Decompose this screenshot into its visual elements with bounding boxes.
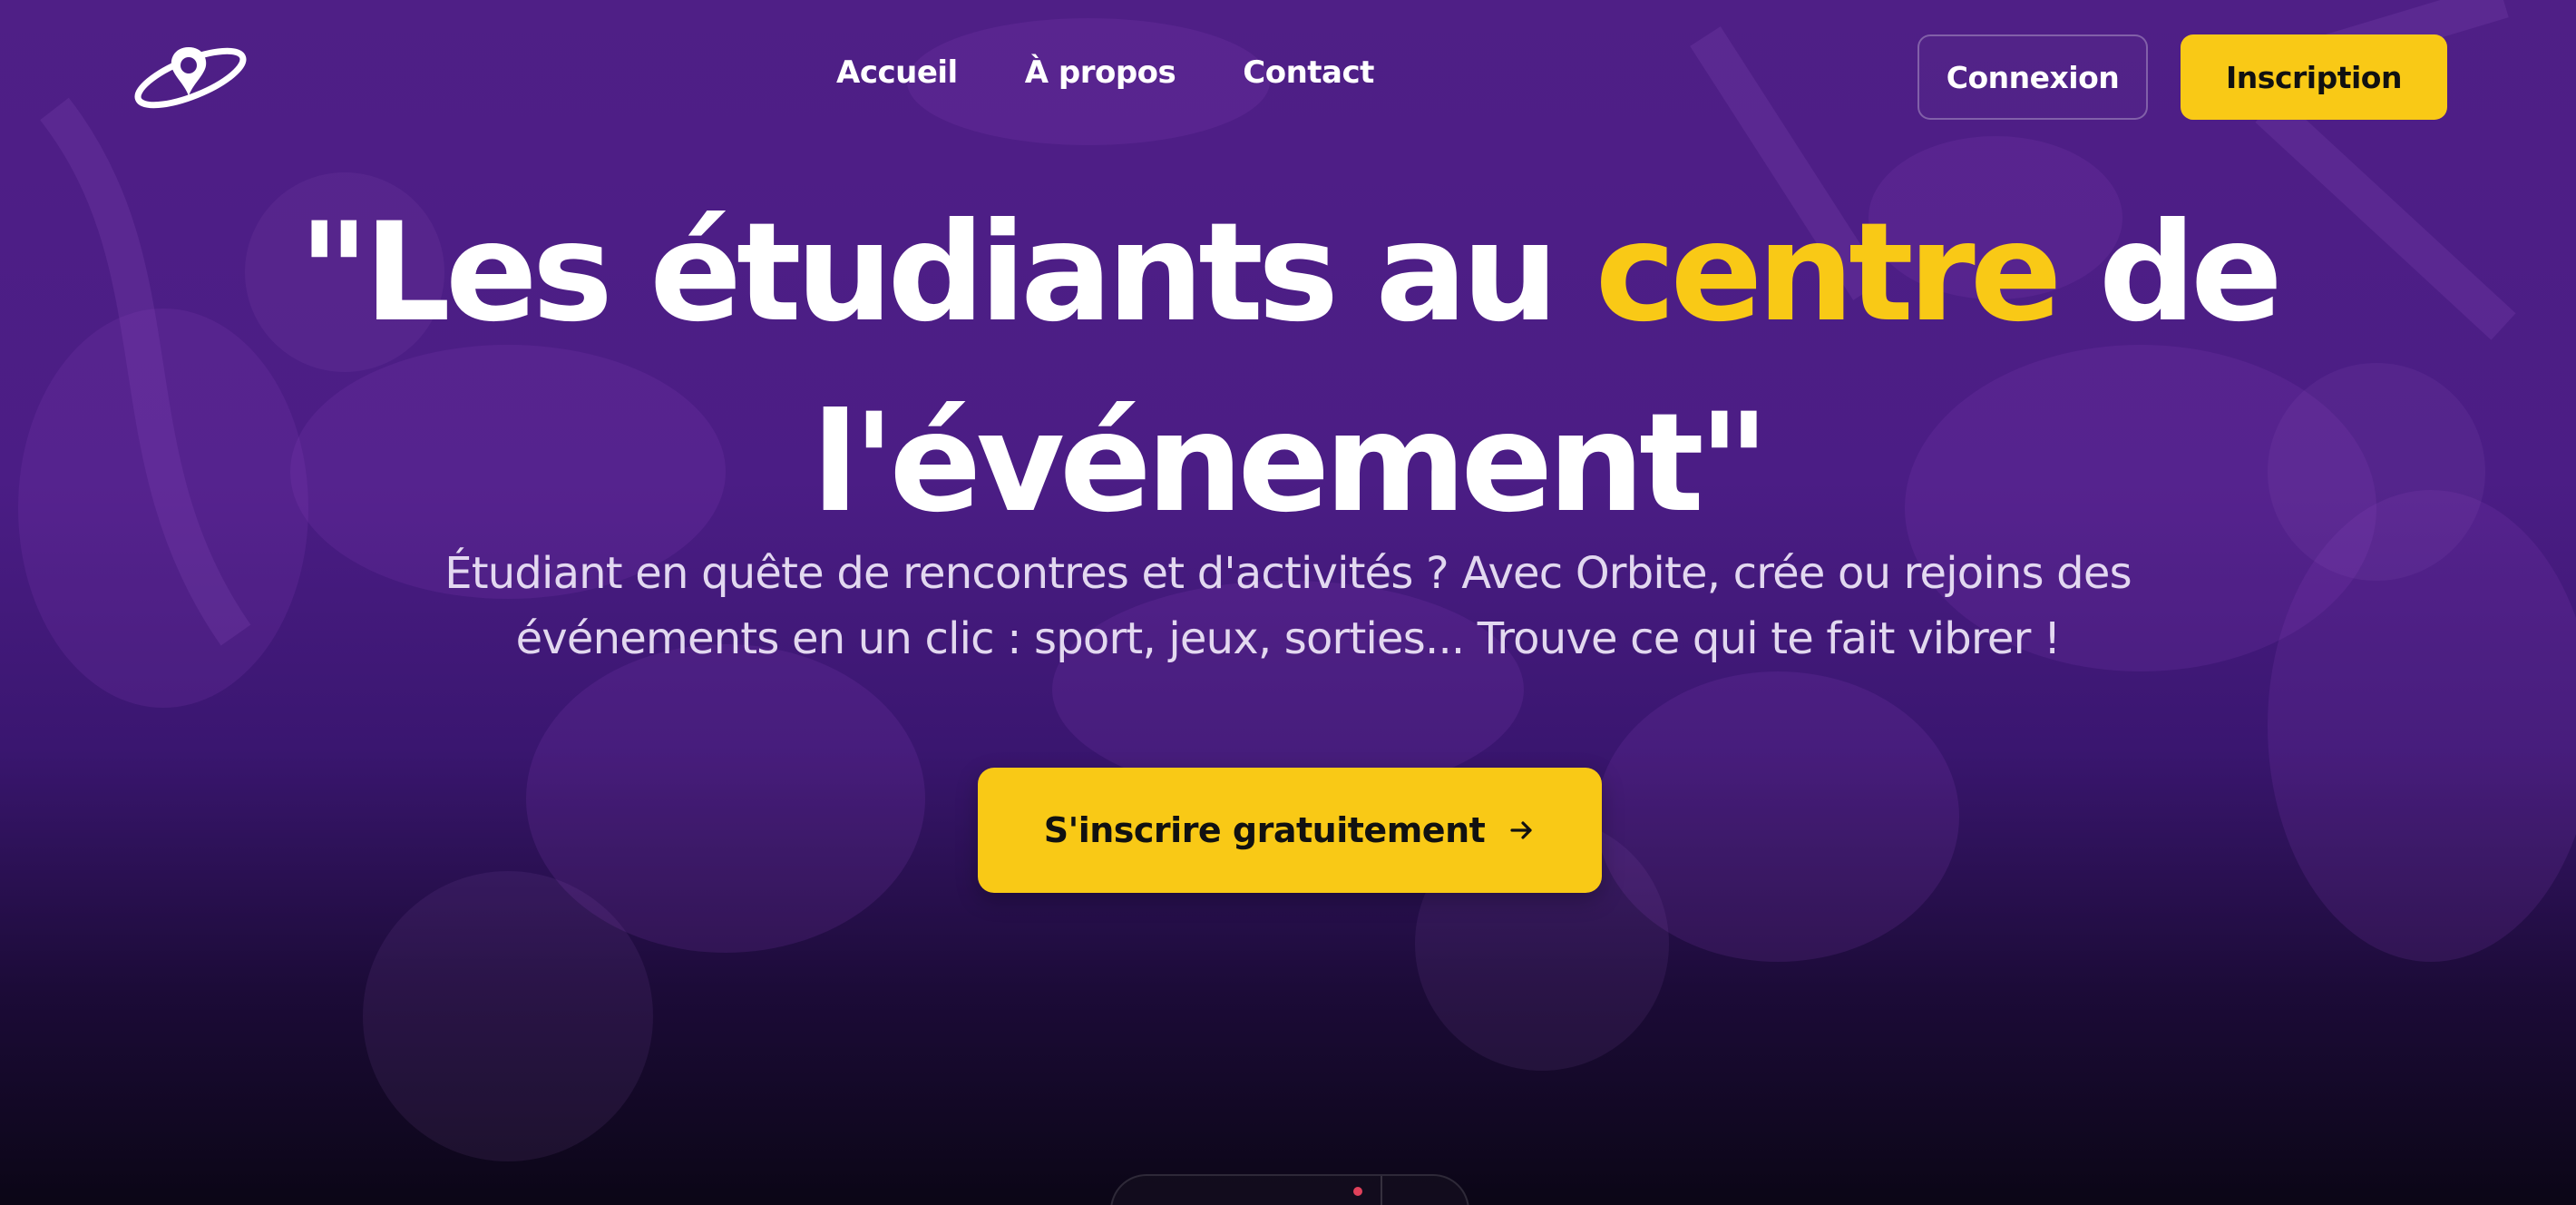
arrow-right-icon (1510, 821, 1532, 839)
cta-label: S'inscrire gratuitement (1043, 810, 1486, 850)
signup-button[interactable]: Inscription (2181, 34, 2447, 120)
navbar: Accueil À propos Contact Connexion Inscr… (0, 0, 2576, 160)
login-button[interactable]: Connexion (1917, 34, 2148, 120)
bottom-toolbar[interactable] (1110, 1174, 1469, 1205)
notification-dot (1353, 1187, 1362, 1196)
nav-link-contact[interactable]: Contact (1243, 54, 1374, 91)
nav-link-accueil[interactable]: Accueil (836, 54, 958, 91)
hero-subtitle: Étudiant en quête de rencontres et d'act… (444, 548, 2132, 664)
signup-cta-button[interactable]: S'inscrire gratuitement (978, 768, 1602, 893)
toolbar-divider (1381, 1176, 1382, 1205)
nav-link-a-propos[interactable]: À propos (1025, 54, 1176, 91)
hero-title-highlight: centre (1595, 194, 2063, 352)
planet-pin-icon[interactable] (132, 38, 250, 113)
hero-title-before: "Les étudiants au (298, 194, 1595, 352)
landing-page: Accueil À propos Contact Connexion Inscr… (0, 0, 2576, 1205)
hero-title: "Les étudiants au centre de l'événement" (181, 178, 2395, 559)
main-nav: Accueil À propos Contact (836, 54, 1374, 91)
